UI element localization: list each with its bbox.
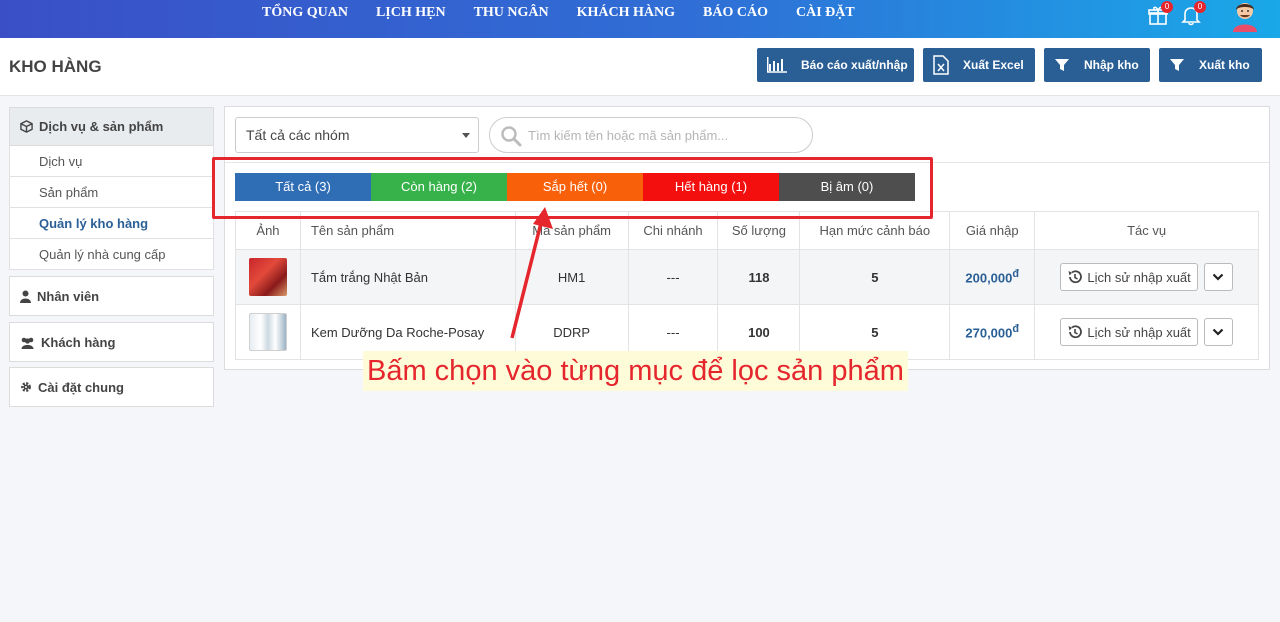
menu-tong-quan[interactable]: TỔNG QUAN — [248, 0, 362, 38]
product-warn-limit: 5 — [799, 249, 951, 305]
currency-symbol: đ — [1012, 268, 1019, 281]
chevron-down-icon — [1213, 328, 1224, 336]
product-price: 200,000 — [965, 270, 1013, 286]
user-icon — [20, 290, 31, 303]
sidebar-group-customers[interactable]: Khách hàng — [9, 322, 214, 362]
filter-icon — [1170, 59, 1184, 71]
export-button-label: Xuất kho — [1199, 58, 1250, 72]
history-button[interactable]: Lịch sử nhập xuất — [1060, 263, 1198, 291]
excel-file-icon — [933, 55, 949, 75]
group-select-value: Tất cả các nhóm — [246, 127, 350, 143]
warehouse-panel: Tất cả các nhóm Tất cả (3) Còn hàng (2) … — [224, 106, 1270, 370]
sidebar-item-products[interactable]: Sản phẩm — [9, 177, 214, 208]
gift-badge: 0 — [1161, 1, 1173, 13]
sidebar: Dịch vụ & sản phẩm Dịch vụ Sản phẩm Quản… — [9, 107, 214, 270]
sidebar-group-label: Nhân viên — [37, 288, 100, 304]
menu-cai-dat[interactable]: CÀI ĐẶT — [782, 0, 869, 38]
gift-icon[interactable]: 0 — [1147, 1, 1173, 26]
product-table: Ảnh Tên sản phẩm Mã sản phẩm Chi nhánh S… — [235, 211, 1259, 360]
product-branch: --- — [627, 249, 719, 305]
actions-cell: Lịch sử nhập xuất — [1034, 249, 1259, 305]
column-header: Tác vụ — [1034, 211, 1259, 250]
sidebar-item-warehouse[interactable]: Quản lý kho hàng — [9, 208, 214, 239]
product-search — [489, 117, 813, 153]
page-header: KHO HÀNG Báo cáo xuất/nhập Xuất Excel Nh… — [0, 38, 1280, 96]
more-actions-button[interactable] — [1203, 318, 1233, 346]
product-thumbnail[interactable] — [248, 313, 287, 351]
sidebar-item-suppliers[interactable]: Quản lý nhà cung cấp — [9, 239, 214, 270]
menu-thu-ngan[interactable]: THU NGÂN — [460, 0, 563, 38]
top-nav: TỔNG QUAN LỊCH HẸN THU NGÂN KHÁCH HÀNG B… — [0, 0, 1280, 38]
history-icon — [1068, 270, 1083, 284]
menu-lich-hen[interactable]: LỊCH HẸN — [362, 0, 460, 38]
menu-khach-hang[interactable]: KHÁCH HÀNG — [563, 0, 689, 38]
annotation-highlight-box — [212, 157, 933, 219]
import-button-label: Nhập kho — [1084, 58, 1139, 72]
sidebar-group-staff[interactable]: Nhân viên — [9, 276, 214, 316]
sidebar-group-label: Khách hàng — [41, 334, 116, 350]
report-button[interactable]: Báo cáo xuất/nhập — [757, 48, 914, 82]
excel-button-label: Xuất Excel — [963, 58, 1024, 72]
caret-down-icon — [462, 133, 470, 138]
chevron-down-icon — [1213, 273, 1224, 281]
filter-icon — [1055, 59, 1069, 71]
product-price-cell: 270,000đ — [949, 304, 1036, 360]
import-button[interactable]: Nhập kho — [1044, 48, 1150, 82]
product-qty: 118 — [717, 249, 801, 305]
gear-icon — [21, 382, 31, 392]
product-price: 270,000 — [965, 325, 1013, 341]
bell-badge: 0 — [1194, 1, 1206, 13]
product-image-cell — [235, 304, 301, 360]
user-avatar-icon[interactable] — [1230, 0, 1260, 32]
report-button-label: Báo cáo xuất/nhập — [801, 58, 908, 72]
menu-bao-cao[interactable]: BÁO CÁO — [689, 0, 782, 38]
search-icon — [501, 126, 522, 147]
users-icon — [21, 337, 34, 349]
sidebar-section-products[interactable]: Dịch vụ & sản phẩm — [9, 107, 214, 146]
more-actions-button[interactable] — [1203, 263, 1233, 291]
search-input[interactable] — [528, 118, 808, 152]
cube-icon — [20, 120, 33, 133]
sidebar-section-label: Dịch vụ & sản phẩm — [39, 119, 164, 134]
history-button-label: Lịch sử nhập xuất — [1087, 269, 1191, 285]
bar-chart-icon — [767, 57, 787, 73]
export-button[interactable]: Xuất kho — [1159, 48, 1262, 82]
column-header: Giá nhập — [949, 211, 1036, 250]
main-menu: TỔNG QUAN LỊCH HẸN THU NGÂN KHÁCH HÀNG B… — [248, 0, 869, 38]
product-image-cell — [235, 249, 301, 305]
bell-icon[interactable]: 0 — [1180, 1, 1206, 26]
history-button[interactable]: Lịch sử nhập xuất — [1060, 318, 1198, 346]
actions-cell: Lịch sử nhập xuất — [1034, 304, 1259, 360]
product-thumbnail[interactable] — [248, 258, 287, 296]
annotation-arrow-icon — [510, 207, 553, 339]
currency-symbol: đ — [1012, 323, 1019, 336]
history-button-label: Lịch sử nhập xuất — [1087, 324, 1191, 340]
annotation-text: Bấm chọn vào từng mục để lọc sản phẩm — [363, 351, 908, 391]
table-row: Tắm trắng Nhật Bản HM1 --- 118 5 200,000… — [235, 249, 1259, 305]
sidebar-group-settings[interactable]: Cài đặt chung — [9, 367, 214, 407]
group-select[interactable]: Tất cả các nhóm — [235, 117, 479, 153]
product-price-cell: 200,000đ — [949, 249, 1036, 305]
sidebar-item-services[interactable]: Dịch vụ — [9, 146, 214, 177]
excel-button[interactable]: Xuất Excel — [923, 48, 1035, 82]
sidebar-group-label: Cài đặt chung — [38, 379, 124, 395]
page-title: KHO HÀNG — [9, 57, 102, 76]
product-name: Tắm trắng Nhật Bản — [299, 249, 516, 305]
history-icon — [1068, 325, 1083, 339]
